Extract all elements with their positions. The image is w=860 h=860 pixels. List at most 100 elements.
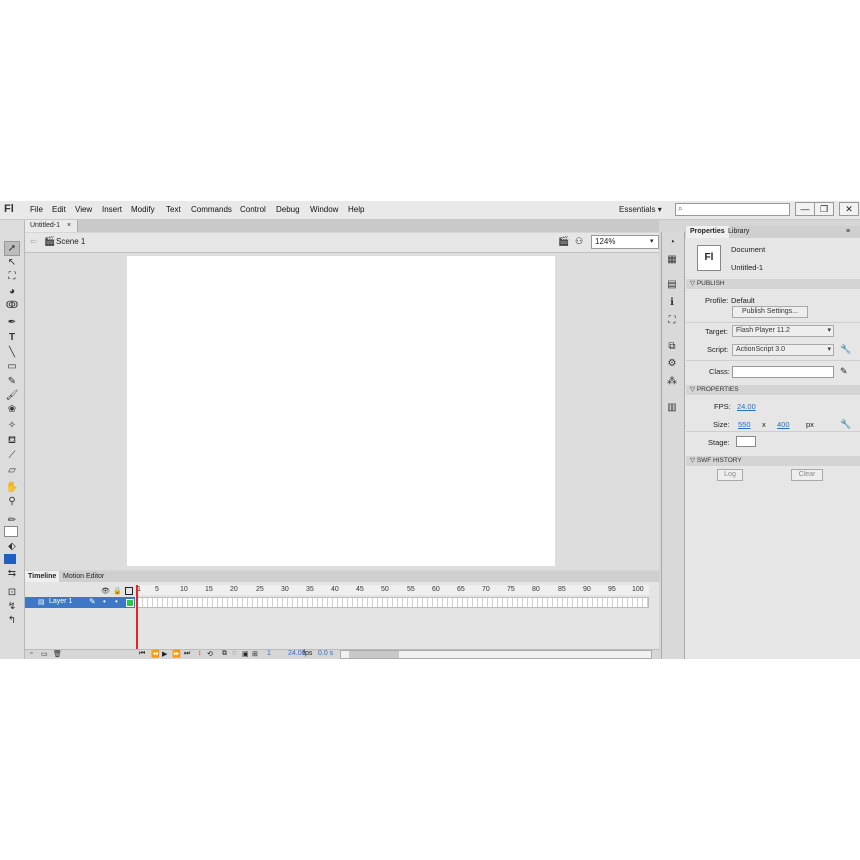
target-select[interactable]: Flash Player 11.2 ▾ [732,325,834,337]
deco-tool-icon[interactable]: ❀ [4,403,20,416]
tab-motion-editor[interactable]: Motion Editor [60,571,107,582]
onion-outline-icon[interactable]: ◌ [232,650,236,657]
publish-settings-button[interactable]: Publish Settings... [732,306,808,318]
help-search-input[interactable]: ⌕ [675,203,790,216]
minimize-button[interactable]: — [795,202,815,216]
menu-modify[interactable]: Modify [131,205,155,214]
log-button[interactable]: Log [717,469,743,481]
onion-skin-icon[interactable]: ⧉ [222,650,227,658]
menu-edit[interactable]: Edit [52,205,66,214]
properties-section-header[interactable]: ▽ PROPERTIES [686,385,860,395]
workspace-switcher[interactable]: Essentials ▾ [619,205,662,214]
new-layer-icon[interactable]: ▫ [30,650,32,657]
restore-button[interactable]: ❐ [814,202,834,216]
publish-section-header[interactable]: ▽ PUBLISH [686,279,860,289]
onion-markers-icon[interactable]: ⊞ [252,650,258,658]
rectangle-tool-icon[interactable]: ▭ [4,360,20,373]
brush-tool-icon[interactable]: 🖌 [4,389,20,402]
selection-tool-icon[interactable]: ➚ [4,241,20,256]
smooth-icon[interactable]: ↯ [4,600,20,613]
clear-button[interactable]: Clear [791,469,823,481]
stage-height[interactable]: 400 [777,420,790,429]
line-tool-icon[interactable]: ╲ [4,346,20,359]
go-to-first-frame-icon[interactable]: ⏮ [139,650,145,658]
edit-symbols-icon[interactable]: ⚇ [575,236,583,247]
fill-color-icon[interactable]: ⬖ [4,540,20,553]
bone-tool-icon[interactable]: ✧ [4,419,20,432]
components-icon[interactable]: ⚙ [666,358,678,370]
free-transform-tool-icon[interactable]: ⛶ [4,270,20,283]
3d-rotation-tool-icon[interactable]: ◕ [4,285,20,298]
motion-presets-icon[interactable]: ⁂ [666,376,678,388]
outline-icon[interactable] [125,587,133,595]
elapsed-time[interactable]: 0.0 s [318,650,333,657]
layer-row[interactable]: ▤ Layer 1 ✎ • • [25,597,135,608]
text-tool-icon[interactable]: T [4,331,20,344]
color-panel-icon[interactable]: ◔ [666,237,678,249]
menu-debug[interactable]: Debug [276,205,300,214]
playhead[interactable] [136,585,138,654]
play-icon[interactable]: ▶ [162,650,167,658]
menu-view[interactable]: View [75,205,92,214]
fill-swatch[interactable] [4,554,16,564]
menu-control[interactable]: Control [240,205,266,214]
menu-file[interactable]: File [30,205,43,214]
eye-icon[interactable]: 👁 [101,587,110,595]
go-to-last-frame-icon[interactable]: ⏭ [184,650,190,658]
transform-panel-icon[interactable]: ⛶ [666,315,678,327]
snap-to-objects-icon[interactable]: ⊡ [4,586,20,599]
close-window-button[interactable]: ✕ [839,202,859,216]
new-folder-icon[interactable]: ▭ [41,650,48,658]
scrollbar-thumb[interactable] [349,651,399,658]
delete-layer-icon[interactable]: 🗑 [53,650,62,658]
stage-canvas[interactable] [127,256,555,566]
zoom-select[interactable]: 124% ▾ [591,235,659,249]
step-back-icon[interactable]: ⏪ [151,650,160,658]
stage-color-swatch[interactable] [736,436,756,447]
pen-tool-icon[interactable]: ✒ [4,316,20,329]
swap-colors-icon[interactable]: ⇆ [4,567,20,580]
tab-properties[interactable]: Properties [686,226,729,238]
menu-commands[interactable]: Commands [191,205,232,214]
step-forward-icon[interactable]: ⏩ [172,650,181,658]
outline-color-icon[interactable] [126,599,134,607]
info-panel-icon[interactable]: ℹ [666,297,678,309]
lock-dot-icon[interactable]: • [115,597,118,606]
back-arrow-icon[interactable]: ⇦ [30,237,37,246]
pencil-tool-icon[interactable]: ✎ [4,375,20,388]
panel-menu-icon[interactable]: ≡ [846,228,850,235]
swf-history-section-header[interactable]: ▽ SWF HISTORY [686,456,860,466]
code-snippets-icon[interactable]: ⧉ [666,341,678,353]
edit-multiple-frames-icon[interactable]: ▣ [242,650,249,658]
straighten-icon[interactable]: ↰ [4,614,20,627]
hand-tool-icon[interactable]: ✋ [4,481,20,494]
menu-help[interactable]: Help [348,205,364,214]
loop-marker-icon[interactable]: ↕ [198,650,202,657]
swatches-panel-icon[interactable]: ▦ [666,254,678,266]
eraser-tool-icon[interactable]: ▱ [4,464,20,477]
loop-icon[interactable]: ⟲ [207,650,213,658]
wrench-icon[interactable]: 🔧 [840,344,851,355]
zoom-tool-icon[interactable]: ⚲ [4,495,20,508]
subselection-tool-icon[interactable]: ↖ [4,256,20,269]
edit-class-icon[interactable]: ✎ [840,366,848,377]
layer-frames[interactable] [137,597,649,608]
menu-insert[interactable]: Insert [102,205,122,214]
script-select[interactable]: ActionScript 3.0 ▾ [732,344,834,356]
document-tab[interactable]: Untitled-1 × [25,220,78,232]
history-panel-icon[interactable]: ▥ [666,402,678,414]
class-input[interactable] [732,366,834,378]
current-frame[interactable]: 1 [267,650,271,657]
wrench-icon[interactable]: 🔧 [840,419,851,430]
tab-timeline[interactable]: Timeline [25,571,60,582]
close-tab-icon[interactable]: × [67,222,71,229]
stroke-swatch[interactable] [4,526,18,537]
eyedropper-tool-icon[interactable]: ⟋ [4,449,20,462]
visibility-dot-icon[interactable]: • [103,597,106,606]
timeline-scrollbar[interactable] [340,650,652,659]
align-panel-icon[interactable]: ▤ [666,279,678,291]
lock-icon[interactable]: 🔒 [113,587,122,595]
menu-window[interactable]: Window [310,205,338,214]
menu-text[interactable]: Text [166,205,181,214]
edit-scene-icon[interactable]: 🎬 [558,236,569,247]
